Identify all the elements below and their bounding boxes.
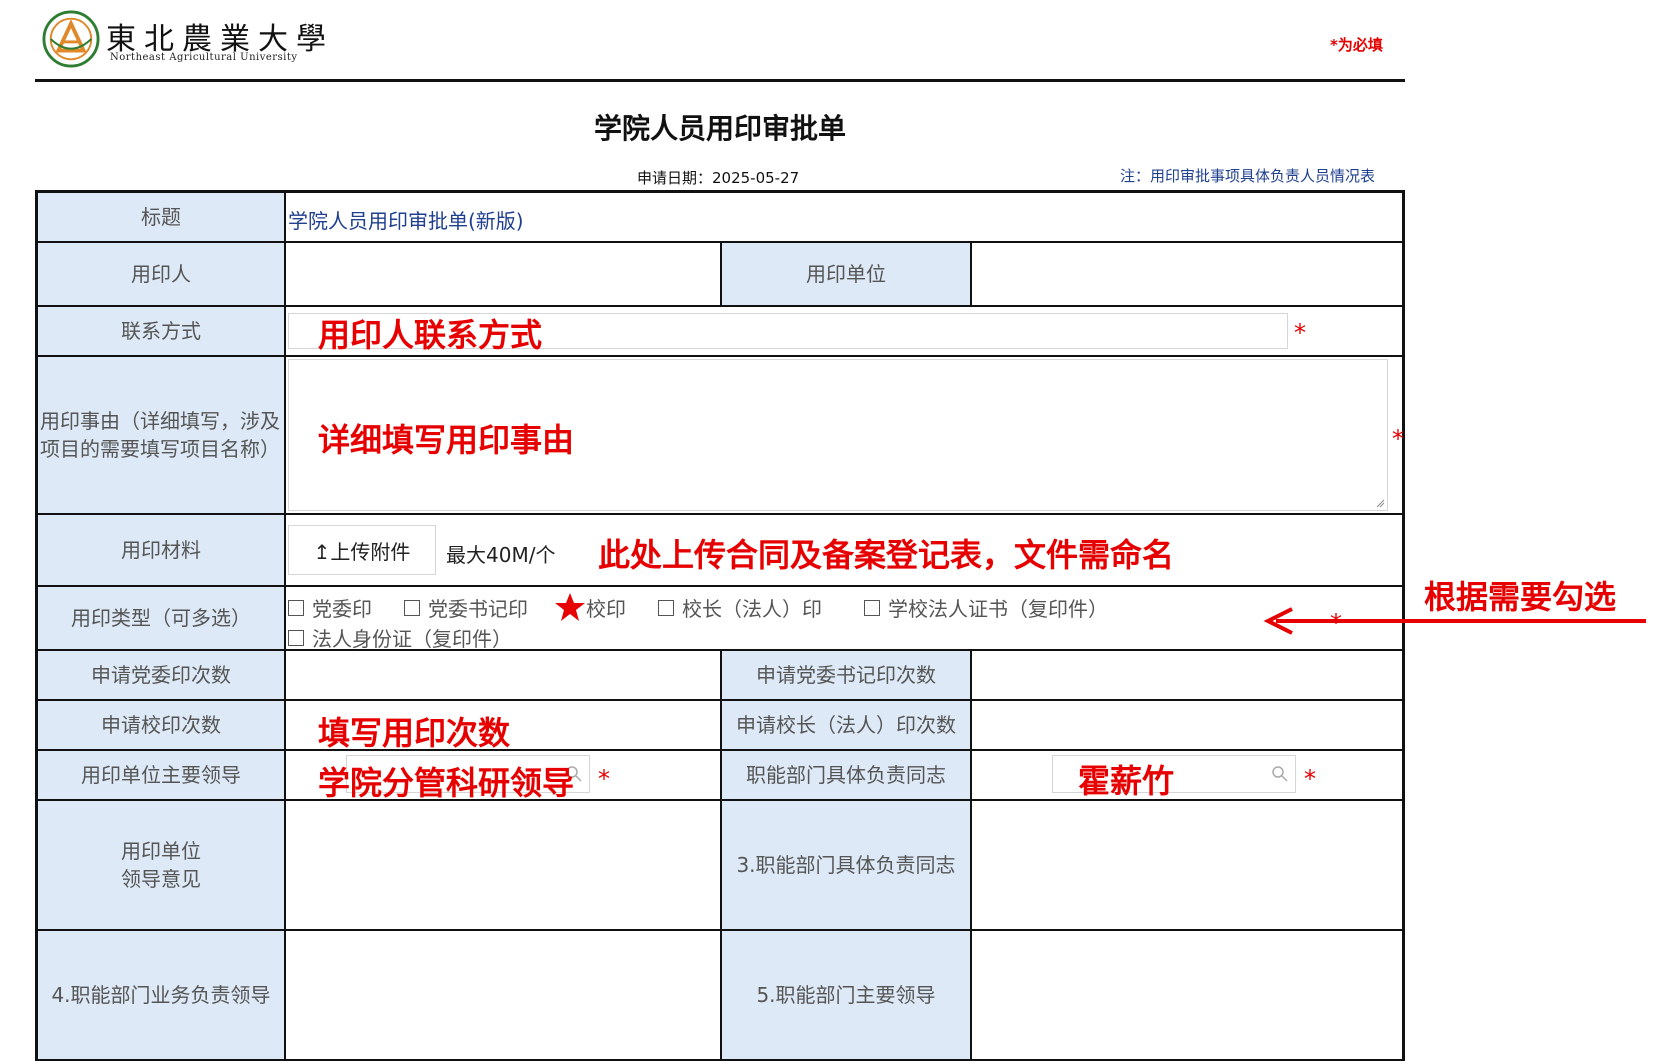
reason-label: 用印事由（详细填写，涉及项目的需要填写项目名称）	[38, 357, 284, 513]
annotation-contact: 用印人联系方式	[318, 316, 543, 354]
row-contact: 联系方式 *	[38, 307, 1402, 357]
applicant-value-cell[interactable]	[284, 243, 720, 305]
annotation-unit-leader: 学院分管科研领导	[318, 764, 575, 802]
annotation-material: 此处上传合同及备案登记表，文件需命名	[598, 536, 1175, 574]
row-title: 标题 学院人员用印审批单(新版)	[38, 193, 1402, 243]
party-seal-count-input[interactable]	[284, 651, 720, 699]
dept-person-label: 职能部门具体负责同志	[720, 751, 970, 799]
unit-opinion-label-text: 用印单位领导意见	[121, 839, 201, 891]
row-school-seal-count: 申请校印次数 申请校长（法人）印次数	[38, 701, 1402, 751]
unit-leader-label: 用印单位主要领导	[38, 751, 284, 799]
unit-opinion-label: 用印单位领导意见	[38, 801, 284, 929]
annotation-reason: 详细填写用印事由	[318, 421, 575, 459]
required-asterisk: *	[598, 765, 610, 793]
required-asterisk: *	[1392, 425, 1404, 453]
annotation-count: 填写用印次数	[318, 714, 511, 752]
row-seal-type: 用印类型（可多选） 党委印 党委书记印 校印 校长（法人）印 学校法人证书（复印…	[38, 587, 1402, 651]
seal-option-president[interactable]: 校长（法人）印	[658, 593, 822, 622]
seal-type-cell: 党委印 党委书记印 校印 校长（法人）印 学校法人证书（复印件） 法人身份证（复…	[284, 587, 1402, 652]
apply-date: 申请日期：2025-05-27	[637, 169, 800, 187]
upload-size-hint: 最大40M/个	[446, 543, 556, 567]
seal-option-label: 学校法人证书（复印件）	[888, 597, 1108, 621]
row-opinions-1: 用印单位领导意见 3.职能部门具体负责同志	[38, 801, 1402, 931]
arrow-left-icon	[1263, 607, 1646, 635]
upload-attachment-button[interactable]: ↥上传附件	[288, 525, 436, 575]
unit-opinion-value	[284, 801, 720, 929]
title-value: 学院人员用印审批单(新版)	[288, 209, 524, 233]
secretary-seal-count-input[interactable]	[970, 651, 1402, 699]
seal-type-label: 用印类型（可多选）	[38, 587, 284, 649]
row-opinions-2: 4.职能部门业务负责领导 5.职能部门主要领导	[38, 931, 1402, 1061]
unit-label: 用印单位	[720, 243, 970, 305]
checkbox[interactable]	[864, 599, 880, 616]
seal-option-label: 党委书记印	[428, 597, 528, 621]
title-label: 标题	[38, 193, 284, 241]
dept-business-leader-value	[284, 931, 720, 1059]
required-asterisk: *	[1294, 319, 1306, 347]
responsible-staff-link[interactable]: 注：用印审批事项具体负责人员情况表	[1120, 165, 1375, 186]
seal-option-label: 法人身份证（复印件）	[312, 627, 512, 651]
row-applicant: 用印人 用印单位	[38, 243, 1402, 307]
seal-option-certificate[interactable]: 学校法人证书（复印件）	[864, 593, 1108, 622]
contact-label: 联系方式	[38, 307, 284, 355]
checkbox[interactable]	[404, 599, 420, 616]
row-leaders: 用印单位主要领导 * 职能部门具体负责同志 *	[38, 751, 1402, 801]
seal-option-label: 党委印	[312, 597, 372, 621]
dept-business-leader-label: 4.职能部门业务负责领导	[38, 931, 284, 1059]
dept-person-opinion-value	[970, 801, 1402, 929]
search-icon[interactable]	[1271, 765, 1289, 783]
checkbox[interactable]	[658, 599, 674, 616]
material-label: 用印材料	[38, 515, 284, 585]
checkbox[interactable]	[288, 599, 304, 616]
form-title: 学院人员用印审批单	[593, 112, 846, 145]
applicant-label: 用印人	[38, 243, 284, 305]
dept-main-leader-label: 5.职能部门主要领导	[720, 931, 970, 1059]
required-asterisk: *	[1304, 765, 1316, 793]
approval-form-table: 标题 学院人员用印审批单(新版) 用印人 用印单位 联系方式 * 用印事由（详细…	[35, 190, 1405, 1061]
president-seal-count-label: 申请校长（法人）印次数	[720, 701, 970, 749]
annotation-dept-person: 霍薪竹	[1078, 762, 1175, 800]
president-seal-count-input[interactable]	[970, 701, 1402, 749]
secretary-seal-count-label: 申请党委书记印次数	[720, 651, 970, 699]
checkbox[interactable]	[288, 629, 304, 646]
university-logo	[42, 10, 100, 68]
seal-option-secretary[interactable]: 党委书记印	[404, 593, 528, 622]
header-divider	[35, 79, 1405, 82]
seal-option-party[interactable]: 党委印	[288, 593, 372, 622]
logo-en-text: Northeast Agricultural University	[110, 52, 298, 63]
required-note: *为必填	[1330, 36, 1383, 54]
title-value-cell: 学院人员用印审批单(新版)	[284, 193, 1402, 241]
unit-value-cell[interactable]	[970, 243, 1402, 305]
star-icon	[555, 593, 585, 621]
seal-option-id-card[interactable]: 法人身份证（复印件）	[288, 623, 512, 652]
party-seal-count-label: 申请党委印次数	[38, 651, 284, 699]
dept-person-cell: *	[970, 751, 1402, 799]
dept-main-leader-value	[970, 931, 1402, 1059]
row-party-seal-count: 申请党委印次数 申请党委书记印次数	[38, 651, 1402, 701]
row-reason: 用印事由（详细填写，涉及项目的需要填写项目名称） *	[38, 357, 1404, 515]
resize-handle-icon[interactable]	[1375, 498, 1385, 508]
seal-option-label: 校印	[586, 596, 626, 621]
school-seal-count-label: 申请校印次数	[38, 701, 284, 749]
seal-option-school[interactable]: 校印	[554, 591, 626, 623]
dept-person-opinion-label: 3.职能部门具体负责同志	[720, 801, 970, 929]
seal-option-label: 校长（法人）印	[682, 597, 822, 621]
